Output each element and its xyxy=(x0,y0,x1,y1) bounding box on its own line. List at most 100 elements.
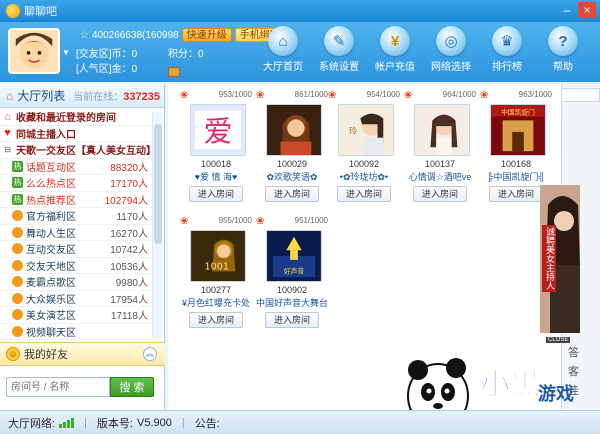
room-card[interactable]: ❀ 955/1000 1001 100277 ¥月色红曝充卡处 进入房间 xyxy=(180,216,252,328)
quick-upgrade-button[interactable]: 快速升级 xyxy=(181,28,232,42)
nav-network[interactable]: ◎ 网络选择 xyxy=(423,26,479,73)
svg-text:小黑: 小黑 xyxy=(480,367,540,402)
list-item[interactable]: 官方福利区 1170人 xyxy=(0,208,152,225)
list-item[interactable]: 视频聊天区 xyxy=(0,324,152,340)
room-thumbnail[interactable]: 玲 xyxy=(338,104,394,156)
nav-home[interactable]: ⌂ 大厅首页 xyxy=(255,26,311,73)
room-card[interactable]: ❀ 953/1000 爱 100018 ♥爱 情 海♥ 进入房间 xyxy=(180,90,252,202)
room-name[interactable]: ✿欢歌笑语✿ xyxy=(256,170,328,182)
list-item[interactable]: 热 热点推荐区 102794人 xyxy=(0,192,152,208)
list-item-count: 102794人 xyxy=(104,195,148,207)
avatar[interactable] xyxy=(8,28,60,74)
list-item[interactable]: 交友天地区 10536人 xyxy=(0,258,152,274)
room-card[interactable]: ❀ 964/1000 100137 心情调☆酒吧ve 进入房间 xyxy=(404,90,476,202)
home-icon: ⌂ xyxy=(6,88,14,103)
enter-room-button[interactable]: 进入房间 xyxy=(189,312,243,328)
room-thumbnail[interactable] xyxy=(266,104,322,156)
minimize-icon[interactable]: – xyxy=(558,2,576,18)
nav-recharge[interactable]: ¥ 帐户充值 xyxy=(367,26,423,73)
room-thumbnail[interactable]: 1001 xyxy=(190,230,246,282)
hot-icon: 热 xyxy=(12,177,23,189)
version-label: 版本号: xyxy=(96,417,133,430)
list-item[interactable]: ⊟ 天歌一交友区【真人美女互动】 xyxy=(0,142,152,159)
hot-icon: 热 xyxy=(12,193,23,205)
enter-room-button[interactable]: 进入房间 xyxy=(265,312,319,328)
nav-home-label: 大厅首页 xyxy=(263,62,303,73)
enter-room-button[interactable]: 进入房间 xyxy=(265,186,319,202)
list-item[interactable]: 美女演艺区 17118人 xyxy=(0,307,152,324)
room-name[interactable]: 心情调☆酒吧ve xyxy=(404,170,476,182)
room-id: 100902 xyxy=(276,285,308,295)
room-search-input[interactable] xyxy=(6,377,110,397)
room-id: 100092 xyxy=(348,159,380,169)
enter-room-button[interactable]: 进入房间 xyxy=(337,186,391,202)
coin-stat: [交友区]币：0 xyxy=(76,45,137,60)
enter-room-button[interactable]: 进入房间 xyxy=(413,186,467,202)
room-score: 955/1000 xyxy=(218,216,252,225)
list-item[interactable]: 舞动人生区 16270人 xyxy=(0,225,152,241)
lobby-header: ⌂ 大厅列表 当前在线：337235 xyxy=(0,84,164,108)
search-button[interactable]: 搜 索 xyxy=(110,377,154,397)
flame-icon: ❀ xyxy=(480,90,489,101)
list-item[interactable]: 麦霸点歌区 9980人 xyxy=(0,274,152,291)
ad-close-button[interactable]: CLOSE xyxy=(546,337,571,343)
network-label: 大厅网络: xyxy=(8,417,56,430)
treasure-chest-icon[interactable] xyxy=(168,67,180,77)
room-name[interactable]: ¥月色红曝充卡处 xyxy=(180,296,252,308)
room-card[interactable]: ❀ 954/1000 玲 100092 •✿玲珑坊✿• 进入房间 xyxy=(328,90,400,202)
room-thumbnail[interactable]: 爱 xyxy=(190,104,246,156)
collapse-icon: ⊟ xyxy=(4,145,11,155)
list-item-count: 17118人 xyxy=(110,311,148,323)
list-item-label: 交友天地区 xyxy=(26,261,76,273)
nav-help[interactable]: ? 帮助 xyxy=(535,26,591,73)
room-list-scrollbar[interactable] xyxy=(152,112,162,338)
window-title: 聊聊吧 xyxy=(24,6,57,18)
room-card[interactable]: ❀ 951/1000 好声音 100902 中国好声音大舞台 进入房间 xyxy=(256,216,328,328)
app-logo-icon xyxy=(6,4,20,18)
room-thumbnail[interactable]: 中国凯旋门 xyxy=(490,104,546,156)
room-card[interactable]: ❀ 861/1000 100029 ✿欢歌笑语✿ 进入房间 xyxy=(256,90,328,202)
list-item[interactable]: ⌂ 收藏和最近登录的房间 xyxy=(0,109,152,126)
fire-icon xyxy=(12,325,23,337)
lobby-title: 大厅列表 xyxy=(17,89,66,103)
svg-text:中国凯旋门: 中国凯旋门 xyxy=(501,108,535,117)
list-item-count: 17170人 xyxy=(110,179,148,191)
status-bar: 大厅网络: | 版本号: V5.900 | 公告: xyxy=(0,410,600,434)
scrollbar-thumb[interactable] xyxy=(154,124,162,244)
flame-icon: ❀ xyxy=(404,90,413,101)
chevron-down-icon[interactable]: ▼ xyxy=(62,48,70,57)
enter-room-button[interactable]: 进入房间 xyxy=(189,186,243,202)
close-icon[interactable]: × xyxy=(578,2,596,18)
room-id: 100277 xyxy=(200,285,232,295)
friends-header[interactable]: ☺ 我的好友 ︽ xyxy=(0,342,165,366)
nav-settings[interactable]: ✎ 系统设置 xyxy=(311,26,367,73)
app-window: 聊聊吧 – × ▼ ☆ 400266638(160998 快速升级 手机绑定 [… xyxy=(0,0,600,434)
room-id: 100018 xyxy=(200,159,232,169)
room-name[interactable]: ╠中国凯旋门╣ xyxy=(480,170,552,182)
window-controls: – × xyxy=(558,2,596,18)
room-name[interactable]: •✿玲珑坊✿• xyxy=(328,170,400,182)
room-thumbnail[interactable]: 好声音 xyxy=(266,230,322,282)
list-item[interactable]: 热 话题互动区 88320人 xyxy=(0,159,152,175)
nav-ranking[interactable]: ♛ 排行榜 xyxy=(479,26,535,73)
list-item[interactable]: 互动交友区 10742人 xyxy=(0,241,152,258)
chevron-up-icon[interactable]: ︽ xyxy=(143,347,157,361)
points-stat: 积分：0 xyxy=(168,45,204,60)
fire-icon xyxy=(12,210,23,222)
room-score: 954/1000 xyxy=(366,90,400,99)
list-item-count: 88320人 xyxy=(110,162,148,174)
list-item[interactable]: 热 么么热点区 17170人 xyxy=(0,175,152,192)
points-label: 积分： xyxy=(168,49,198,60)
ad-banner[interactable]: 诚聘美女主持人 xyxy=(540,185,580,333)
room-thumbnail[interactable] xyxy=(414,104,470,156)
list-item[interactable]: 大众娱乐区 17954人 xyxy=(0,291,152,307)
sidebar-tab[interactable] xyxy=(561,88,600,102)
room-name[interactable]: ♥爱 情 海♥ xyxy=(180,170,252,182)
list-item-label: 么么热点区 xyxy=(26,179,76,191)
enter-room-button[interactable]: 进入房间 xyxy=(489,186,543,202)
room-name[interactable]: 中国好声音大舞台 xyxy=(256,296,328,308)
list-item[interactable]: ♥ 同城主播入口 xyxy=(0,126,152,142)
gold-label: [人气区]金： xyxy=(76,64,132,75)
friends-title: 我的好友 xyxy=(24,349,68,361)
wrench-icon: ✎ xyxy=(324,26,354,56)
